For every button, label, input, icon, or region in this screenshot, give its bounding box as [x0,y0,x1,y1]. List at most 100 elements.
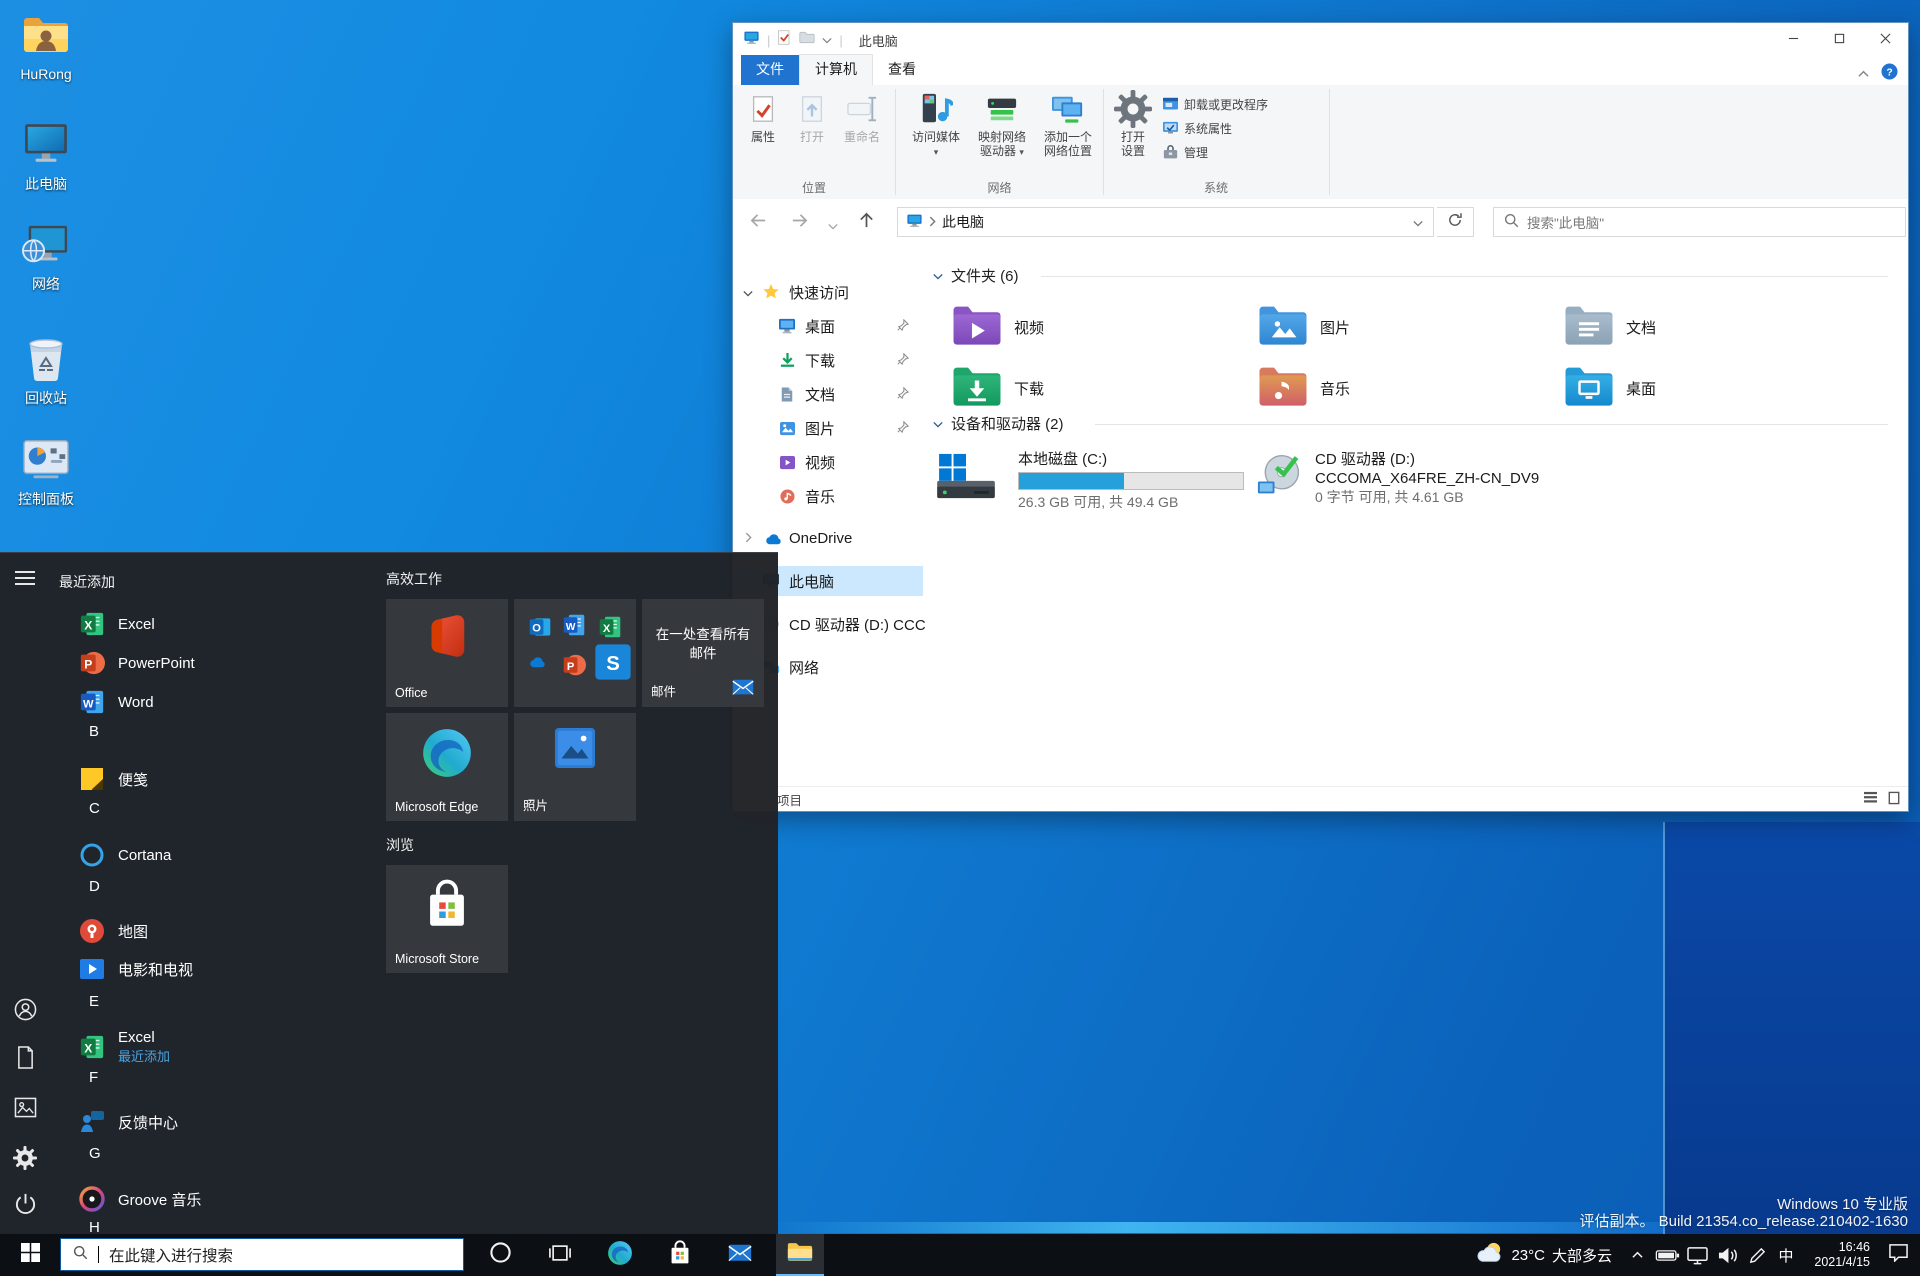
sidebar-item-文档[interactable]: 文档 [733,379,923,409]
rail-power-button[interactable] [10,1191,40,1221]
sidebar-item-视频[interactable]: 视频 [733,447,923,477]
start-button[interactable] [0,1234,60,1276]
explorer-search-input[interactable]: 搜索"此电脑" [1493,207,1906,237]
ribbon-button[interactable]: 管理 [1162,141,1312,163]
new-folder-quick-icon[interactable] [799,31,815,49]
tile-microsoft-edge[interactable]: Microsoft Edge [386,713,508,821]
taskbar-mail-button[interactable] [716,1234,764,1276]
folder-item-3[interactable]: 下载 [950,362,1240,414]
devices-section-header[interactable]: 设备和驱动器 (2) [933,413,1064,434]
tab-file[interactable]: 文件 [741,55,799,85]
tab-computer[interactable]: 计算机 [799,54,873,85]
clock[interactable]: 16:46 2021/4/15 [1800,1234,1876,1276]
ribbon-button[interactable]: 访问媒体 ▾ [906,91,966,159]
sidebar-item-音乐[interactable]: 音乐 [733,481,923,511]
ribbon-button[interactable]: 属性 [739,91,787,144]
weather-widget[interactable]: 23°C 大部多云 [1466,1234,1622,1276]
taskbar-task-view-button[interactable] [536,1234,584,1276]
section-chevron-icon[interactable] [933,267,943,284]
chevron-right-icon[interactable] [741,530,755,547]
details-view-button[interactable] [1863,791,1878,807]
battery-icon[interactable] [1652,1234,1682,1276]
tile-照片[interactable]: 照片 [514,713,636,821]
taskbar-store-button[interactable] [656,1234,704,1276]
sidebar-item-图片[interactable]: 图片 [733,413,923,443]
rail-account-button[interactable] [10,997,40,1027]
up-button[interactable] [857,211,876,235]
letter-header[interactable]: F [89,1069,98,1086]
start-app-item[interactable]: Groove 音乐 [59,1181,379,1217]
drive-cd-d[interactable]: CD 驱动器 (D:) CCCOMA_X64FRE_ZH-CN_DV9 0 字节… [1256,450,1576,507]
desktop-icon[interactable]: 网络 [0,222,92,292]
network-icon[interactable] [1682,1234,1712,1276]
ribbon-button[interactable]: 添加一个 网络位置 [1038,91,1098,158]
sidebar-item-快速访问[interactable]: 快速访问 [733,277,923,307]
tile-microsoft-store[interactable]: Microsoft Store [386,865,508,973]
folder-item-0[interactable]: 视频 [950,301,1240,353]
rail-settings-button[interactable] [10,1145,40,1175]
start-app-item[interactable]: 电影和电视 [59,951,379,987]
back-button[interactable] [749,211,768,235]
folder-item-2[interactable]: 文档 [1562,301,1852,353]
start-app-item[interactable]: P PowerPoint [59,645,379,681]
tile-邮件[interactable]: 在一处查看所有邮件 邮件 [642,599,764,707]
ime-indicator[interactable]: 中 [1772,1234,1800,1276]
tile-office[interactable]: Office [386,599,508,707]
letter-header[interactable]: B [89,723,99,740]
close-button[interactable] [1862,23,1908,53]
desktop-icon[interactable]: 控制面板 [0,438,92,507]
start-app-item[interactable]: Cortana [59,837,379,873]
taskbar-edge-button[interactable] [596,1234,644,1276]
ribbon-button[interactable]: 卸载或更改程序 [1162,93,1312,115]
action-center-button[interactable] [1876,1234,1920,1276]
refresh-button[interactable] [1437,207,1474,237]
ribbon-button-open-settings[interactable]: 打开 设置 [1110,90,1156,158]
sidebar-item-onedrive[interactable]: OneDrive [733,523,923,553]
folders-section-header[interactable]: 文件夹 (6) [933,265,1019,286]
folder-item-1[interactable]: 图片 [1256,301,1546,353]
sidebar-item-下载[interactable]: 下载 [733,345,923,375]
recent-locations-chevron-icon[interactable] [828,217,838,235]
rail-menu-button[interactable] [10,565,40,595]
desktop-icon[interactable]: HuRong [0,12,92,82]
start-app-item[interactable]: 地图 [59,913,379,949]
start-app-item[interactable]: X Excel 最近添加 [59,1023,379,1071]
address-bar[interactable]: 此电脑 [897,207,1434,237]
maximize-button[interactable] [1816,23,1862,53]
start-app-item[interactable]: W Word [59,684,379,720]
desktop-icon[interactable]: 回收站 [0,334,92,406]
ribbon-button[interactable]: 映射网络 驱动器 ▾ [970,91,1034,159]
letter-header[interactable]: C [89,800,100,817]
taskbar-cortana-button[interactable] [476,1234,524,1276]
section-chevron-icon[interactable] [933,415,943,432]
properties-quick-icon[interactable] [777,30,792,50]
hidden-icons-chevron[interactable] [1622,1234,1652,1276]
letter-header[interactable]: E [89,993,99,1010]
taskbar-file-explorer-button[interactable] [776,1234,824,1276]
tile-mail-apps[interactable]: O W X P S [514,599,636,707]
letter-header[interactable]: D [89,878,100,895]
collapse-ribbon-icon[interactable] [1858,65,1869,83]
rail-pictures-button[interactable] [10,1095,40,1125]
desktop-icon[interactable]: 此电脑 [0,118,92,192]
qat-chevron-down-icon[interactable] [822,31,833,49]
help-icon[interactable]: ? [1881,63,1898,85]
pen-icon[interactable] [1742,1234,1772,1276]
folder-item-5[interactable]: 桌面 [1562,362,1852,414]
chevron-down-icon[interactable] [741,284,755,301]
address-path[interactable]: 此电脑 [942,212,984,232]
ribbon-button[interactable]: 打开 [791,91,833,144]
drive-local-disk-c[interactable]: 本地磁盘 (C:) 26.3 GB 可用, 共 49.4 GB [935,450,1244,512]
taskbar-search-input[interactable]: 在此键入进行搜索 [60,1238,464,1271]
volume-icon[interactable] [1712,1234,1742,1276]
start-app-item[interactable]: 反馈中心 [59,1104,379,1140]
sidebar-item-桌面[interactable]: 桌面 [733,311,923,341]
ribbon-button[interactable]: 系统属性 [1162,117,1312,139]
forward-button[interactable] [790,211,809,235]
title-bar[interactable]: | | 此电脑 [733,23,1908,57]
rail-documents-button[interactable] [10,1045,40,1075]
large-icons-view-button[interactable] [1888,791,1900,808]
letter-header[interactable]: H [89,1219,100,1235]
tab-view[interactable]: 查看 [873,55,931,85]
start-app-item[interactable]: X Excel [59,606,379,642]
